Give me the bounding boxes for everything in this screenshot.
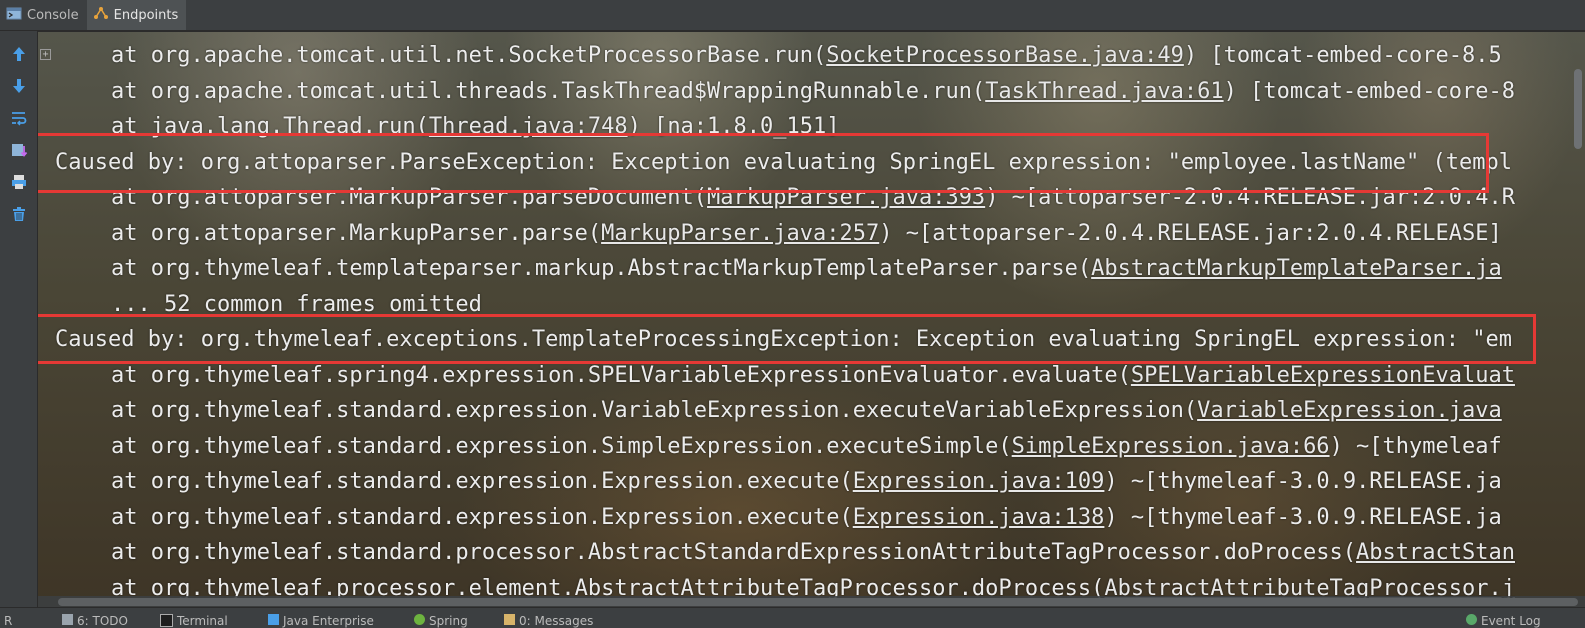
stack-frame-line: at org.thymeleaf.standard.expression.Exp… (111, 464, 1502, 500)
tab-console-label: Console (27, 7, 79, 23)
line-text: ) ~[attoparser-2.0.4.RELEASE.jar:2.0.4.R… (879, 220, 1502, 246)
line-text: ) ~[thymeleaf (1329, 433, 1502, 459)
status-item-label: Spring (429, 614, 468, 628)
endpoints-icon (93, 5, 109, 25)
line-text: at org.apache.tomcat.util.net.SocketProc… (111, 43, 827, 68)
highlight-box-template-processing-exception (38, 314, 1536, 364)
tool-window-tabs: Console Endpoints (0, 0, 1585, 31)
stack-frame-line: at org.apache.tomcat.util.net.SocketProc… (111, 38, 1502, 74)
line-text: at org.thymeleaf.standard.expression.Var… (111, 398, 1198, 423)
status-item-event-log[interactable]: Event Log (1466, 614, 1541, 628)
line-text: at org.thymeleaf.standard.expression.Exp… (111, 504, 853, 530)
source-file-link[interactable]: AbstractMarkupTemplateParser.ja (1091, 256, 1502, 281)
source-file-link[interactable]: SocketProcessorBase.java:49 (826, 43, 1184, 68)
event-log-icon (1466, 614, 1477, 625)
console-toolbar (0, 31, 38, 608)
line-text: ... 52 common frames omitted (111, 291, 482, 317)
stack-frame-line: at org.thymeleaf.templateparser.markup.A… (111, 251, 1502, 287)
source-file-link[interactable]: SPELVariableExpressionEvaluat (1131, 363, 1515, 388)
source-file-link[interactable]: Expression.java:138 (853, 505, 1105, 530)
up-arrow-icon[interactable] (9, 43, 29, 65)
soft-wrap-icon[interactable] (9, 107, 29, 129)
line-text: at org.thymeleaf.templateparser.markup.A… (111, 256, 1092, 281)
stack-frame-line: at org.thymeleaf.standard.expression.Var… (111, 393, 1502, 429)
status-item-label: Terminal (177, 614, 228, 628)
java-enterprise-icon (268, 614, 279, 625)
line-text: at org.thymeleaf.standard.expression.Exp… (111, 469, 853, 494)
horizontal-scrollbar-thumb[interactable] (58, 598, 1578, 606)
line-text: ) ~[thymeleaf-3.0.9.RELEASE.ja (1104, 469, 1502, 494)
status-item-label: 6: TODO (77, 614, 128, 628)
source-file-link[interactable]: AbstractStan (1356, 540, 1515, 565)
stack-frame-line: at org.thymeleaf.standard.expression.Sim… (111, 429, 1502, 465)
source-file-link[interactable]: TaskThread.java:61 (985, 79, 1223, 104)
stack-frame-line: at org.thymeleaf.standard.processor.Abst… (111, 535, 1515, 571)
terminal-icon (160, 614, 173, 627)
source-file-link[interactable]: VariableExpression.java (1197, 398, 1502, 423)
down-arrow-icon[interactable] (9, 75, 29, 97)
tab-console[interactable]: Console (0, 0, 87, 30)
line-text: ) ~[thymeleaf-3.0.9.RELEASE.ja (1104, 504, 1502, 530)
status-item-terminal[interactable]: Terminal (160, 614, 228, 628)
todo-icon (62, 614, 73, 625)
scroll-to-end-icon[interactable] (9, 139, 29, 161)
vertical-scrollbar-thumb[interactable] (1574, 69, 1582, 149)
highlight-box-parse-exception (38, 133, 1489, 193)
line-text: ) [tomcat-embed-core-8.5 (1183, 43, 1502, 68)
line-text: at org.attoparser.MarkupParser.parse( (111, 220, 602, 246)
tab-endpoints[interactable]: Endpoints (86, 0, 187, 30)
source-file-link[interactable]: SimpleExpression.java:66 (1012, 434, 1330, 459)
tab-endpoints-label: Endpoints (113, 7, 179, 23)
line-text: at org.thymeleaf.standard.expression.Sim… (111, 433, 1012, 459)
line-text: at org.thymeleaf.spring4.expression.SPEL… (111, 362, 1131, 388)
status-item-label: R (4, 614, 13, 628)
stack-frame-line: at org.apache.tomcat.util.threads.TaskTh… (111, 74, 1515, 110)
status-item-java-enterprise[interactable]: Java Enterprise (268, 614, 374, 628)
stack-frame-line: at org.thymeleaf.standard.expression.Exp… (111, 500, 1502, 536)
console-icon (6, 5, 22, 25)
stack-frame-line: at org.attoparser.MarkupParser.parse(Mar… (111, 216, 1502, 252)
messages-icon (504, 614, 515, 625)
status-item-spring[interactable]: Spring (414, 614, 468, 628)
status-item-label: Java Enterprise (283, 614, 374, 628)
line-text: ) [tomcat-embed-core-8 (1223, 78, 1516, 104)
print-icon[interactable] (9, 171, 29, 193)
line-text: at org.apache.tomcat.util.threads.TaskTh… (111, 78, 986, 104)
status-item-label: 0: Messages (519, 614, 594, 628)
line-text: at org.thymeleaf.standard.processor.Abst… (111, 540, 1357, 565)
status-item-label: Event Log (1481, 614, 1541, 628)
spring-icon (414, 614, 425, 625)
tool-window-bar: R 6: TODO Terminal Java Enterprise Sprin… (0, 607, 1585, 628)
status-item-r[interactable]: R (4, 614, 12, 628)
source-file-link[interactable]: Expression.java:109 (853, 469, 1105, 494)
status-item-todo[interactable]: 6: TODO (62, 614, 128, 628)
source-file-link[interactable]: MarkupParser.java:257 (601, 221, 879, 246)
console-output[interactable]: + at org.apache.tomcat.util.net.SocketPr… (38, 31, 1585, 608)
expand-fold-button[interactable]: + (40, 49, 51, 60)
status-item-messages[interactable]: 0: Messages (504, 614, 593, 628)
trash-icon[interactable] (9, 203, 29, 225)
